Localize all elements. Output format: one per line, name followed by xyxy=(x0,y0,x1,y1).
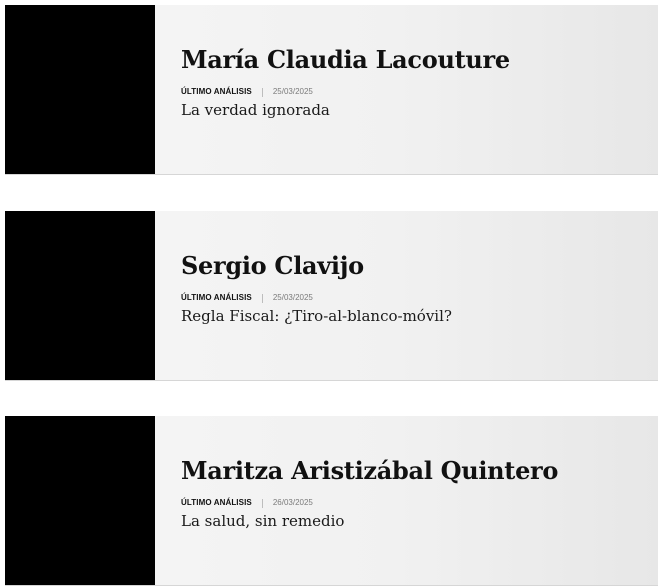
columnist-card[interactable]: María Claudia Lacouture ÚLTIMO ANÁLISIS … xyxy=(5,5,658,175)
card-content: Maritza Aristizábal Quintero ÚLTIMO ANÁL… xyxy=(155,416,658,585)
latest-analysis-label: ÚLTIMO ANÁLISIS xyxy=(181,293,252,302)
author-photo[interactable] xyxy=(5,211,155,380)
article-meta: ÚLTIMO ANÁLISIS 25/03/2025 xyxy=(181,293,658,303)
columnist-card[interactable]: Sergio Clavijo ÚLTIMO ANÁLISIS 25/03/202… xyxy=(5,211,658,381)
article-headline-link[interactable]: La salud, sin remedio xyxy=(181,511,344,531)
article-meta: ÚLTIMO ANÁLISIS 25/03/2025 xyxy=(181,87,658,97)
card-content: María Claudia Lacouture ÚLTIMO ANÁLISIS … xyxy=(155,5,658,174)
card-content: Sergio Clavijo ÚLTIMO ANÁLISIS 25/03/202… xyxy=(155,211,658,380)
columnist-card[interactable]: Maritza Aristizábal Quintero ÚLTIMO ANÁL… xyxy=(5,416,658,586)
article-headline-link[interactable]: Regla Fiscal: ¿Tiro-al-blanco-móvil? xyxy=(181,306,452,326)
article-meta: ÚLTIMO ANÁLISIS 26/03/2025 xyxy=(181,498,658,508)
author-photo[interactable] xyxy=(5,5,155,174)
author-name[interactable]: Maritza Aristizábal Quintero xyxy=(181,457,658,485)
latest-analysis-label: ÚLTIMO ANÁLISIS xyxy=(181,498,252,507)
article-date: 26/03/2025 xyxy=(272,498,313,507)
author-name[interactable]: María Claudia Lacouture xyxy=(181,46,658,74)
article-date: 25/03/2025 xyxy=(272,87,313,96)
author-photo[interactable] xyxy=(5,416,155,585)
meta-divider xyxy=(261,87,263,97)
article-headline-link[interactable]: La verdad ignorada xyxy=(181,100,330,120)
latest-analysis-label: ÚLTIMO ANÁLISIS xyxy=(181,87,252,96)
author-name[interactable]: Sergio Clavijo xyxy=(181,252,658,280)
article-date: 25/03/2025 xyxy=(272,293,313,302)
meta-divider xyxy=(261,293,263,303)
meta-divider xyxy=(261,498,263,508)
